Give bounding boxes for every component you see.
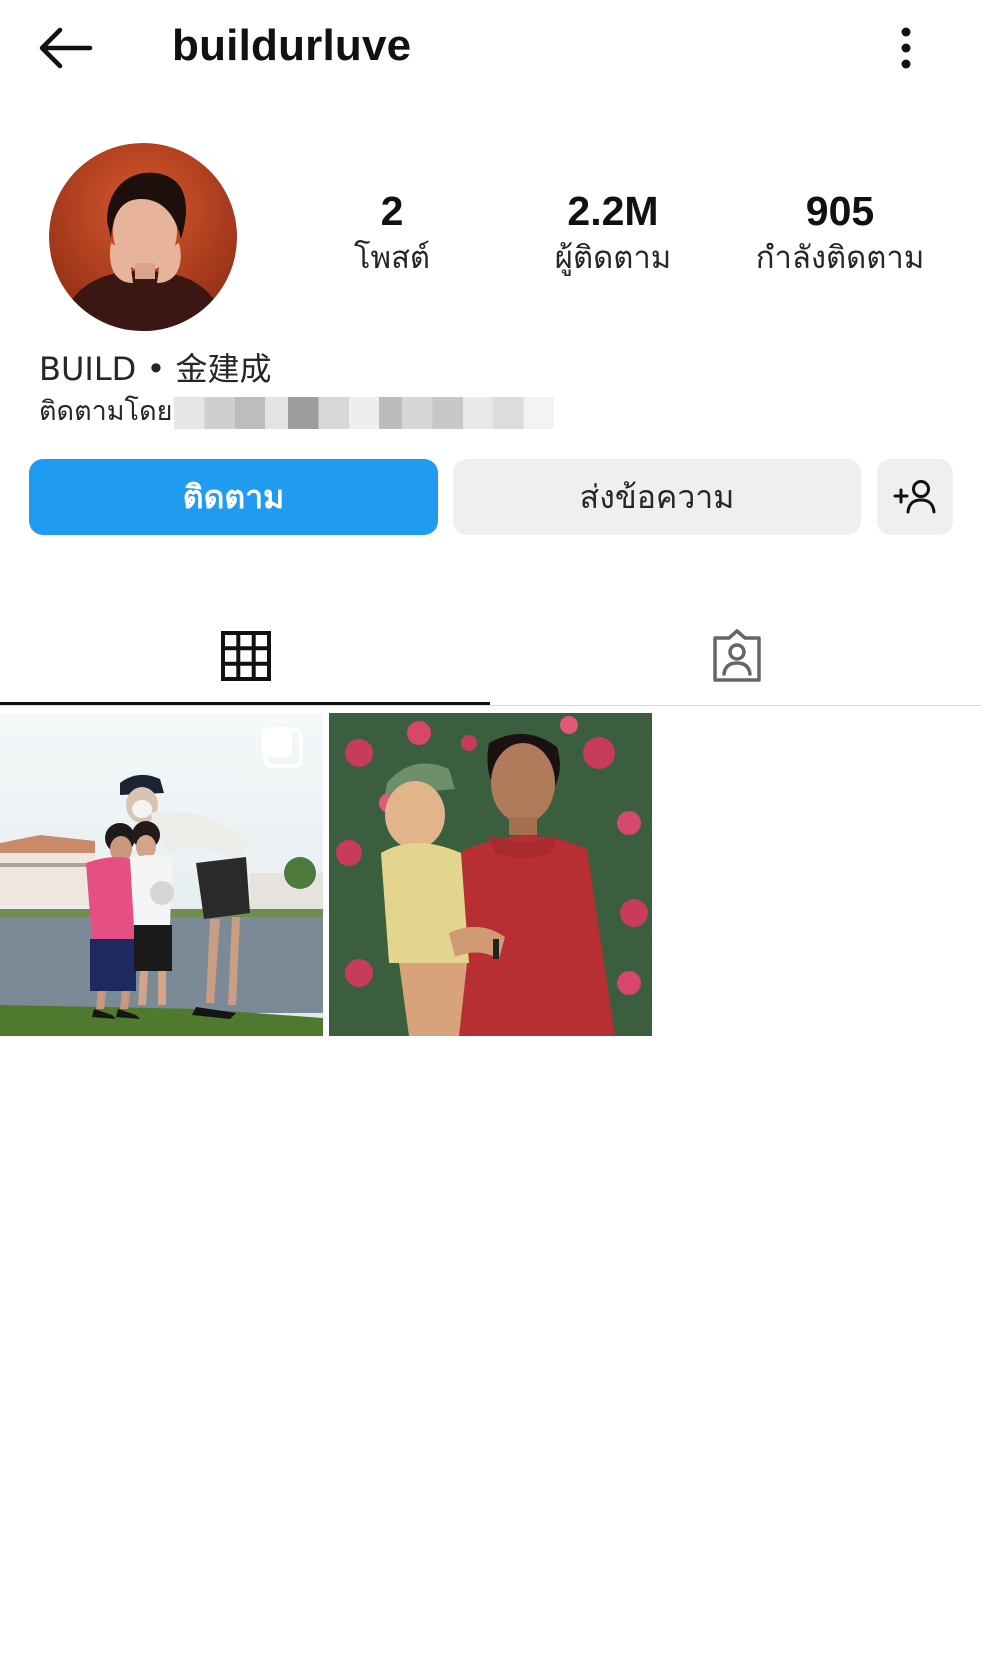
post-image [329,713,652,1036]
posts-count[interactable]: 2 โพสต์ [327,186,457,280]
followers-count[interactable]: 2.2M ผู้ติดตาม [538,186,688,280]
tab-divider [0,705,981,706]
posts-count-value: 2 [380,188,404,234]
profile-avatar[interactable] [49,143,237,331]
avatar-image [49,143,237,331]
arrow-left-icon [39,27,93,69]
display-name: BUILD • 金建成 [39,350,272,388]
tab-tagged[interactable] [490,610,981,706]
followed-by[interactable]: ติดตามโดย [39,393,555,431]
message-button[interactable]: ส่งข้อความ [453,459,861,535]
following-count-value: 905 [805,188,875,234]
suggested-users-button[interactable] [877,459,953,535]
followed-by-prefix: ติดตามโดย [39,396,173,427]
tagged-person-icon [713,629,761,682]
followers-count-value: 2.2M [567,188,659,234]
post-thumbnail[interactable] [0,713,323,1036]
follow-button[interactable]: ติดตาม [29,459,438,535]
following-count-label: กำลังติดตาม [755,240,925,276]
page-title-username: buildurluve [172,21,412,70]
back-button[interactable] [36,22,100,74]
tab-grid[interactable] [0,610,490,706]
top-bar: buildurluve [0,0,981,96]
more-options-button[interactable] [886,20,926,76]
post-image [0,713,323,1036]
more-vertical-icon [901,27,911,69]
posts-count-label: โพสต์ [353,240,431,276]
grid-icon [221,631,271,681]
followers-count-label: ผู้ติดตาม [554,240,672,276]
post-thumbnail[interactable] [329,713,652,1036]
add-person-icon [893,480,936,514]
followed-by-names-redacted [174,396,555,429]
following-count[interactable]: 905 กำลังติดตาม [742,186,938,280]
